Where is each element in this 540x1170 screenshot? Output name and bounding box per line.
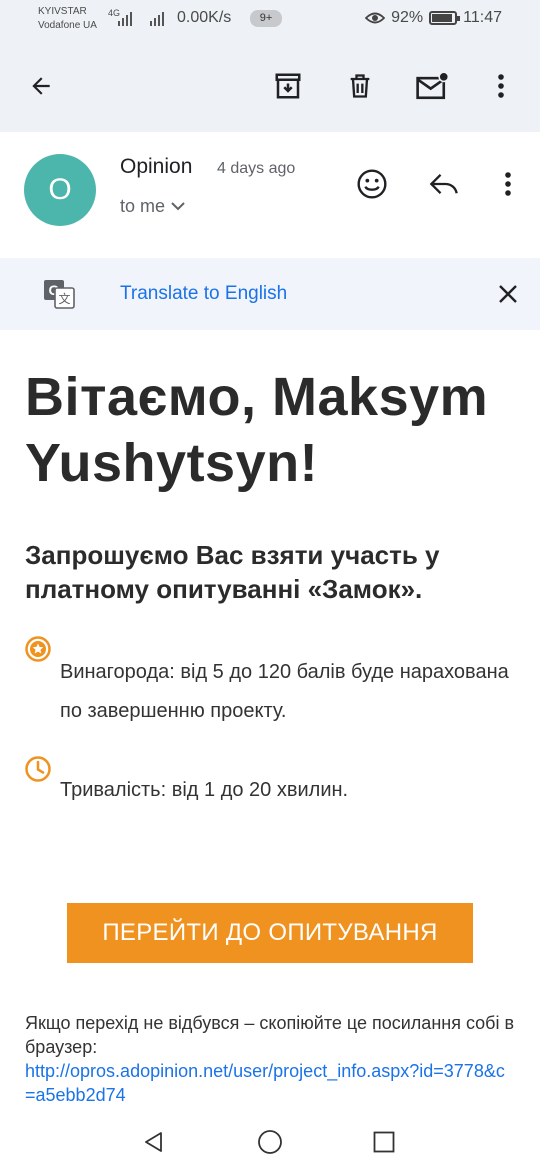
more-vert-icon <box>505 172 511 196</box>
translate-bar: G 文 Translate to English <box>0 258 540 330</box>
nav-home-button[interactable] <box>248 1122 292 1162</box>
arrow-left-icon <box>32 77 50 95</box>
reply-icon <box>429 173 458 195</box>
nav-back-button[interactable] <box>132 1122 176 1162</box>
svg-text:文: 文 <box>58 291 70 306</box>
signal-icon-2 <box>150 10 170 26</box>
app-toolbar <box>0 40 540 132</box>
system-nav-bar <box>0 1110 540 1170</box>
archive-button[interactable] <box>266 64 310 108</box>
mark-unread-button[interactable] <box>410 64 454 108</box>
avatar[interactable]: O <box>24 154 96 226</box>
avatar-letter: O <box>48 173 72 206</box>
status-bar: KYIVSTAR Vodafone UA 4G 0.00K/s 9+ 92% 1… <box>0 0 540 40</box>
carrier-1: KYIVSTAR <box>38 6 87 17</box>
back-button[interactable] <box>19 64 63 108</box>
nav-recents-button[interactable] <box>362 1122 406 1162</box>
recipient-toggle[interactable]: to me <box>120 196 185 217</box>
go-to-survey-button[interactable]: ПЕРЕЙТИ ДО ОПИТУВАННЯ <box>67 903 473 963</box>
translate-icon: G 文 <box>44 280 75 309</box>
nav-recents-icon <box>373 1131 395 1153</box>
star-badge-icon <box>25 636 51 662</box>
reply-button[interactable] <box>422 162 466 206</box>
close-icon <box>499 285 517 303</box>
nav-home-icon <box>258 1130 282 1154</box>
battery-icon <box>429 11 461 25</box>
survey-link[interactable]: http://opros.adopinion.net/user/project_… <box>25 1059 515 1107</box>
nav-back-icon <box>145 1132 162 1152</box>
chevron-down-icon <box>171 202 185 211</box>
mail-unread-icon <box>416 71 449 100</box>
clock-icon <box>25 756 51 782</box>
react-button[interactable] <box>350 162 394 206</box>
fallback-text: Якщо перехід не відбувся – скопіюйте це … <box>25 1013 515 1057</box>
invite-subheading: Запрошуємо Вас взяти участь у платному о… <box>25 540 440 604</box>
notification-badge: 9+ <box>250 10 282 27</box>
close-translate-button[interactable] <box>488 274 528 314</box>
signal-icon <box>118 10 138 26</box>
recipient-label: to me <box>120 196 166 216</box>
battery-percent: 92% <box>391 9 424 26</box>
network-speed: 0.00K/s <box>177 9 232 26</box>
delete-button[interactable] <box>338 64 382 108</box>
sender-name: Opinion <box>120 155 193 178</box>
carrier-2: Vodafone UA <box>38 20 97 31</box>
reward-text: Винагорода: від 5 до 120 балів буде нара… <box>60 661 509 722</box>
greeting-heading: Вітаємо, Maksym Yushytsyn! <box>25 367 489 493</box>
carrier-names: KYIVSTAR Vodafone UA <box>38 5 97 33</box>
emoji-icon <box>357 169 387 199</box>
sent-time: 4 days ago <box>217 160 296 177</box>
translate-link[interactable]: Translate to English <box>120 283 287 305</box>
duration-text: Тривалість: від 1 до 20 хвилин. <box>60 779 349 801</box>
more-button[interactable] <box>479 64 523 108</box>
trash-icon <box>350 74 370 98</box>
more-vert-icon <box>498 74 504 98</box>
status-right: 92% 11:47 <box>365 9 502 27</box>
archive-icon <box>275 73 301 99</box>
message-more-button[interactable] <box>486 162 530 206</box>
eye-icon <box>365 12 386 24</box>
clock: 11:47 <box>463 9 502 26</box>
